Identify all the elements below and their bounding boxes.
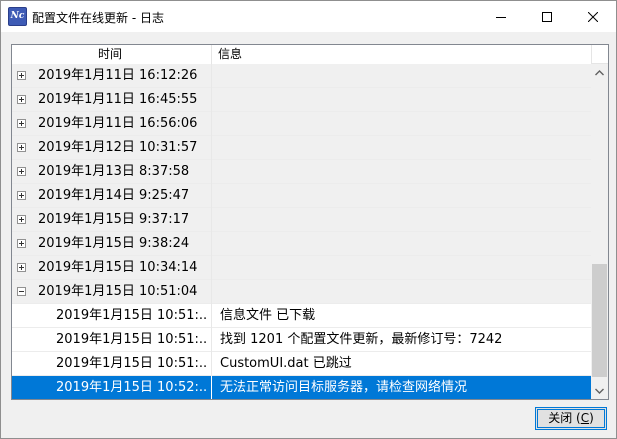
collapse-icon[interactable] [17,287,26,296]
row-time: 2019年1月15日 9:37:17 [38,212,190,227]
log-group-row[interactable]: 2019年1月15日 10:34:14 [12,256,591,280]
window-close-button[interactable] [570,1,616,32]
column-divider [211,352,212,376]
column-divider [211,160,212,184]
column-divider [211,208,212,232]
log-group-row[interactable]: 2019年1月11日 16:12:26 [12,64,591,88]
row-time: 2019年1月11日 16:56:06 [38,116,198,131]
window-title: 配置文件在线更新 - 日志 [32,11,164,25]
column-divider [211,256,212,280]
log-entry-row[interactable]: 2019年1月15日 10:51:... 信息文件 已下载 [12,304,591,328]
log-group-row[interactable]: 2019年1月11日 16:45:55 [12,88,591,112]
column-divider [211,280,212,304]
row-info: 信息文件 已下载 [220,308,316,323]
minimize-icon [496,16,506,18]
maximize-button[interactable] [524,1,570,32]
row-time: 2019年1月14日 9:25:47 [38,188,190,203]
row-time: 2019年1月15日 10:34:14 [38,260,198,275]
log-rows: 2019年1月11日 16:12:26 2019年1月11日 16:45:55 … [12,64,591,399]
expand-icon[interactable] [17,191,26,200]
row-time: 2019年1月15日 10:52:... [56,380,206,395]
log-group-row[interactable]: 2019年1月15日 9:38:24 [12,232,591,256]
log-group-row-expanded[interactable]: 2019年1月15日 10:51:04 [12,280,591,304]
header-corner [591,45,608,64]
log-group-row[interactable]: 2019年1月11日 16:56:06 [12,112,591,136]
row-time: 2019年1月15日 9:38:24 [38,236,190,251]
log-entry-row[interactable]: 2019年1月15日 10:51:... CustomUI.dat 已跳过 [12,352,591,376]
maximize-icon [542,11,552,22]
column-header-info[interactable]: 信息 [218,45,242,64]
log-group-row[interactable]: 2019年1月15日 9:37:17 [12,208,591,232]
row-time: 2019年1月15日 10:51:... [56,332,206,347]
column-divider [211,136,212,160]
row-time: 2019年1月15日 10:51:04 [38,284,198,299]
column-divider [211,328,212,352]
row-time: 2019年1月12日 10:31:57 [38,140,198,155]
row-info: 找到 1201 个配置文件更新，最新修订号：7242 [220,332,503,347]
close-button-label: 关闭 (C) [548,411,594,425]
expand-icon[interactable] [17,263,26,272]
log-window: Nc 配置文件在线更新 - 日志 时间 信息 2019年1月11日 16:12:… [0,0,617,439]
expand-icon[interactable] [17,95,26,104]
row-info: 无法正常访问目标服务器，请检查网络情况 [220,380,468,395]
expand-icon[interactable] [17,71,26,80]
log-group-row[interactable]: 2019年1月14日 9:25:47 [12,184,591,208]
list-header: 时间 信息 [12,45,591,65]
row-time: 2019年1月11日 16:45:55 [38,92,198,107]
column-divider [211,232,212,256]
log-group-row[interactable]: 2019年1月13日 8:37:58 [12,160,591,184]
column-divider [211,184,212,208]
column-divider [211,64,212,88]
expand-icon[interactable] [17,215,26,224]
close-button[interactable]: 关闭 (C) [535,407,607,430]
log-list[interactable]: 时间 信息 2019年1月11日 16:12:26 2019年1月11日 16:… [11,44,609,400]
log-group-row[interactable]: 2019年1月12日 10:31:57 [12,136,591,160]
app-logo-icon: Nc [8,7,27,26]
column-divider [211,112,212,136]
column-divider [211,88,212,112]
log-entry-row[interactable]: 2019年1月15日 10:51:... 找到 1201 个配置文件更新，最新修… [12,328,591,352]
scroll-up-button[interactable] [591,64,608,81]
row-time: 2019年1月15日 10:51:... [56,308,206,323]
title-bar[interactable]: Nc 配置文件在线更新 - 日志 [1,1,616,32]
expand-icon[interactable] [17,143,26,152]
expand-icon[interactable] [17,119,26,128]
row-time: 2019年1月15日 10:51:... [56,356,206,371]
column-divider [211,304,212,328]
column-header-time[interactable]: 时间 [98,45,122,64]
row-info: CustomUI.dat 已跳过 [220,356,352,371]
row-time: 2019年1月13日 8:37:58 [38,164,190,179]
expand-icon[interactable] [17,167,26,176]
chevron-down-icon [595,388,604,394]
close-icon [588,11,598,22]
expand-icon[interactable] [17,239,26,248]
row-time: 2019年1月11日 16:12:26 [38,68,198,83]
chevron-up-icon [595,69,604,75]
column-divider [211,376,212,399]
minimize-button[interactable] [478,1,524,32]
scroll-down-button[interactable] [591,382,608,399]
column-divider[interactable] [211,45,212,64]
vertical-scrollbar[interactable] [591,64,608,399]
log-entry-row-selected[interactable]: 2019年1月15日 10:52:... 无法正常访问目标服务器，请检查网络情况 [12,376,591,399]
scroll-thumb[interactable] [592,264,607,377]
